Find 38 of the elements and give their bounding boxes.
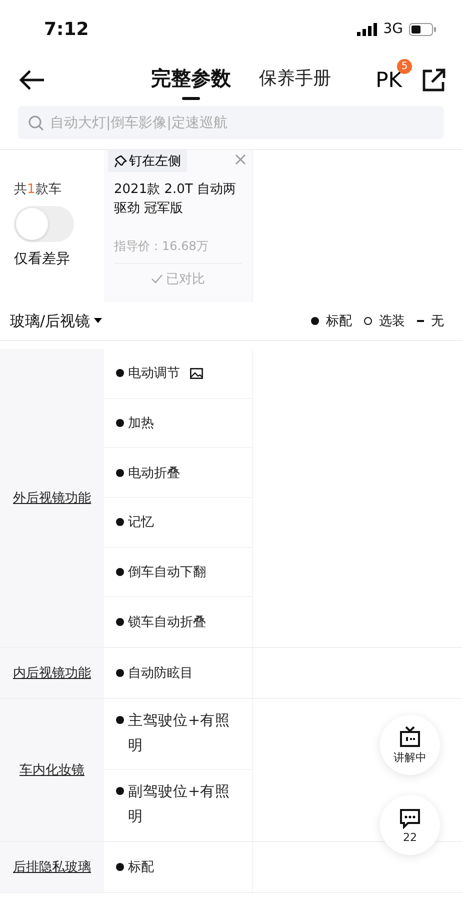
floating-button[interactable]: 讲解中 <box>380 715 440 775</box>
signal-icon <box>357 22 378 36</box>
legend-label: 无 <box>431 313 444 330</box>
tv-icon <box>399 726 421 748</box>
image-icon[interactable] <box>190 368 203 379</box>
close-icon[interactable] <box>235 154 246 165</box>
feature-value: 主驾驶位+有照明 <box>128 712 232 756</box>
back-icon[interactable] <box>18 68 46 92</box>
toggle-label: 仅看差异 <box>14 250 70 268</box>
comment-icon <box>399 806 421 828</box>
feature-value: 记忆 <box>128 514 154 532</box>
feature-value: 自动防眩目 <box>128 664 193 682</box>
floating-button[interactable]: 22 <box>380 795 440 855</box>
feature-value: 加热 <box>128 415 154 432</box>
search-field[interactable]: 自动大灯|倒车影像|定速巡航 <box>18 106 444 139</box>
network-label: 3G <box>383 21 403 37</box>
feature-value: 锁车自动折叠 <box>128 614 206 632</box>
pin-icon <box>114 154 127 168</box>
car-name: 2021款 2.0T 自动两驱劲 冠军版 <box>114 181 237 218</box>
legend-label: 选装 <box>379 313 405 330</box>
feature-value: 倒车自动下翻 <box>128 564 206 582</box>
car-count: 共1款车 <box>14 181 62 198</box>
check-icon <box>151 274 163 284</box>
toggle-switch[interactable] <box>14 206 74 242</box>
tab[interactable]: 保养手册 <box>258 60 331 100</box>
tab[interactable]: 完整参数 <box>150 60 231 100</box>
feature-value: 标配 <box>128 858 154 876</box>
feature-value: 副驾驶位+有照明 <box>128 783 232 828</box>
status-time: 7:12 <box>44 18 89 40</box>
share-icon[interactable] <box>422 68 446 92</box>
pin-button[interactable]: 钉在左侧 <box>108 150 187 172</box>
battery-icon <box>409 22 436 36</box>
section-dropdown[interactable]: 玻璃/后视镜 <box>10 312 102 330</box>
caret-icon <box>94 318 102 324</box>
feature-value: 电动调节 <box>128 365 180 382</box>
feature-value: 电动折叠 <box>128 464 180 482</box>
car-price: 指导价：16.68万 <box>114 238 242 264</box>
legend-label: 标配 <box>326 313 352 330</box>
